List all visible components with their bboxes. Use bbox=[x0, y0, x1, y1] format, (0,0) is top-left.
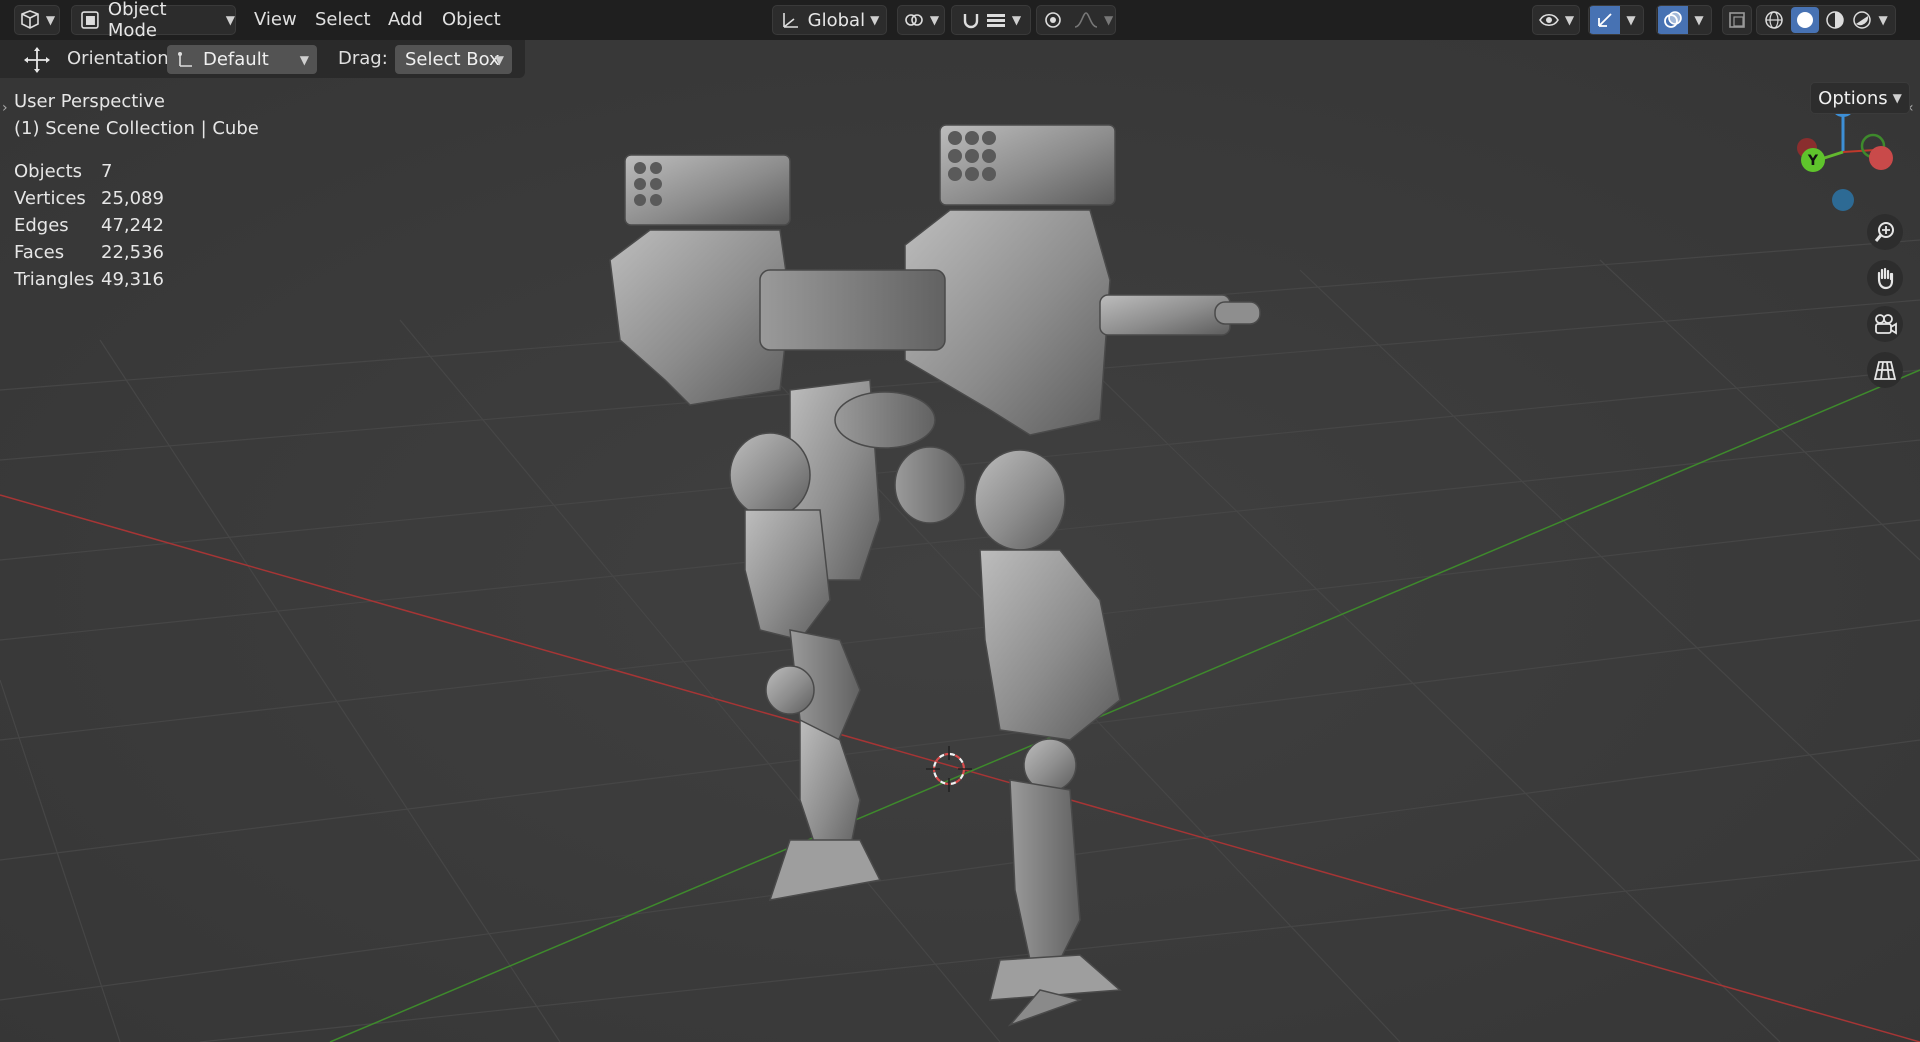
mode-label: Object Mode bbox=[107, 0, 167, 41]
xray-icon bbox=[1729, 12, 1745, 28]
transform-orientation-select[interactable]: Global ▼ bbox=[772, 5, 887, 35]
stat-name: Edges bbox=[14, 215, 69, 236]
mode-select[interactable]: Object Mode ▼ bbox=[71, 0, 236, 41]
chevron-down-icon: ▼ bbox=[929, 13, 940, 27]
perspective-toggle-button[interactable] bbox=[1867, 352, 1903, 388]
stat-name: Objects bbox=[14, 161, 83, 182]
solid-shading-icon bbox=[1796, 12, 1813, 28]
zoom-button[interactable] bbox=[1867, 214, 1903, 250]
chevron-down-icon: ▼ bbox=[1626, 13, 1636, 27]
falloff-curve-icon bbox=[1074, 12, 1098, 28]
drag-value: Select Box bbox=[405, 49, 500, 70]
xray-toggle[interactable] bbox=[1722, 5, 1752, 35]
perspective-label: User Perspective bbox=[14, 91, 165, 112]
wireframe-shading-icon[interactable] bbox=[1764, 10, 1784, 30]
proportional-editing-button[interactable]: ▼ bbox=[1036, 5, 1116, 35]
visibility-button[interactable]: ▼ bbox=[1532, 5, 1580, 35]
options-label: Options bbox=[1818, 87, 1888, 109]
stat-name: Faces bbox=[14, 242, 65, 263]
gizmo-icon bbox=[1598, 13, 1613, 27]
stat-value: 22,536 bbox=[101, 242, 164, 263]
object-mode-icon bbox=[81, 11, 99, 29]
gizmo-neg-z[interactable] bbox=[1832, 189, 1854, 211]
chevron-down-icon: ▼ bbox=[299, 52, 309, 67]
rendered-shading-icon[interactable] bbox=[1852, 10, 1872, 30]
drag-dropdown[interactable]: Select Box ▼ bbox=[395, 45, 512, 74]
grid-perspective-icon bbox=[1873, 361, 1897, 380]
overlays-icon bbox=[1664, 11, 1683, 28]
shading-mode-group[interactable]: ▼ bbox=[1756, 5, 1896, 35]
snap-increment-icon bbox=[986, 14, 1005, 27]
overlays-active[interactable] bbox=[1658, 6, 1689, 34]
menu-add[interactable]: Add bbox=[388, 9, 423, 30]
chevron-down-icon: ▼ bbox=[1892, 91, 1902, 105]
viewport-header: ▼ Object Mode ▼ View Select Add Object G… bbox=[0, 0, 1920, 41]
magnet-icon bbox=[963, 14, 979, 29]
stat-value: 7 bbox=[101, 161, 113, 182]
chevron-down-icon: ▼ bbox=[45, 13, 56, 27]
chevron-down-icon: ▼ bbox=[1104, 13, 1114, 27]
orientation-axes-icon bbox=[782, 13, 798, 28]
gizmo-toggle[interactable]: ▼ bbox=[1588, 5, 1644, 35]
solid-shading-button[interactable] bbox=[1790, 7, 1819, 33]
gizmo-x[interactable] bbox=[1869, 146, 1893, 170]
material-shading-icon[interactable] bbox=[1825, 10, 1845, 30]
orientation-axes-icon bbox=[178, 51, 192, 67]
orientation-label: Orientation: bbox=[67, 48, 175, 69]
options-button[interactable]: Options ▼ bbox=[1810, 82, 1910, 114]
drag-label: Drag: bbox=[338, 48, 388, 69]
proportional-edit-icon bbox=[1045, 12, 1061, 28]
gizmo-active[interactable] bbox=[1590, 6, 1621, 34]
chevron-down-icon: ▼ bbox=[1564, 13, 1575, 27]
tool-settings-bar: Orientation: Default ▼ Drag: Select Box … bbox=[0, 40, 525, 78]
gizmo-y-label: Y bbox=[1807, 153, 1819, 169]
menu-view[interactable]: View bbox=[254, 9, 297, 30]
chevron-down-icon: ▼ bbox=[494, 52, 504, 67]
pivot-icon bbox=[905, 14, 923, 26]
stat-name: Vertices bbox=[14, 188, 86, 209]
viewport-canvas: Z Y › ‹ bbox=[0, 40, 1920, 1042]
toolbar-expand-arrow[interactable]: › bbox=[2, 100, 8, 116]
overlays-toggle[interactable]: ▼ bbox=[1656, 5, 1712, 35]
zoom-icon bbox=[1874, 222, 1894, 242]
3d-viewport[interactable]: Z Y › ‹ Options ▼ Us bbox=[0, 40, 1920, 1042]
viewport-editor-icon bbox=[21, 10, 39, 29]
menu-select[interactable]: Select bbox=[315, 9, 371, 30]
editor-type-button[interactable]: ▼ bbox=[14, 5, 60, 35]
chevron-down-icon: ▼ bbox=[870, 13, 880, 27]
stat-value: 47,242 bbox=[101, 215, 164, 236]
pan-button[interactable] bbox=[1867, 260, 1903, 296]
hand-icon bbox=[1877, 267, 1894, 290]
stat-value: 25,089 bbox=[101, 188, 164, 209]
chevron-down-icon: ▼ bbox=[1011, 13, 1022, 27]
pivot-point-button[interactable]: ▼ bbox=[897, 5, 945, 35]
chevron-down-icon: ▼ bbox=[225, 13, 235, 27]
camera-icon bbox=[1875, 314, 1897, 335]
chevron-down-icon: ▼ bbox=[1878, 13, 1888, 27]
orientation-value: Default bbox=[203, 49, 269, 70]
stat-name: Triangles bbox=[14, 269, 95, 290]
camera-view-button[interactable] bbox=[1867, 306, 1903, 342]
move-tool-icon[interactable] bbox=[22, 45, 52, 75]
collection-label: (1) Scene Collection | Cube bbox=[14, 118, 259, 139]
menu-object[interactable]: Object bbox=[442, 9, 501, 30]
orientation-label: Global bbox=[807, 9, 866, 31]
eye-icon bbox=[1538, 13, 1559, 27]
chevron-down-icon: ▼ bbox=[1694, 13, 1704, 27]
snapping-button[interactable]: ▼ bbox=[951, 5, 1031, 35]
orientation-dropdown[interactable]: Default ▼ bbox=[167, 45, 317, 74]
stat-value: 49,316 bbox=[101, 269, 164, 290]
